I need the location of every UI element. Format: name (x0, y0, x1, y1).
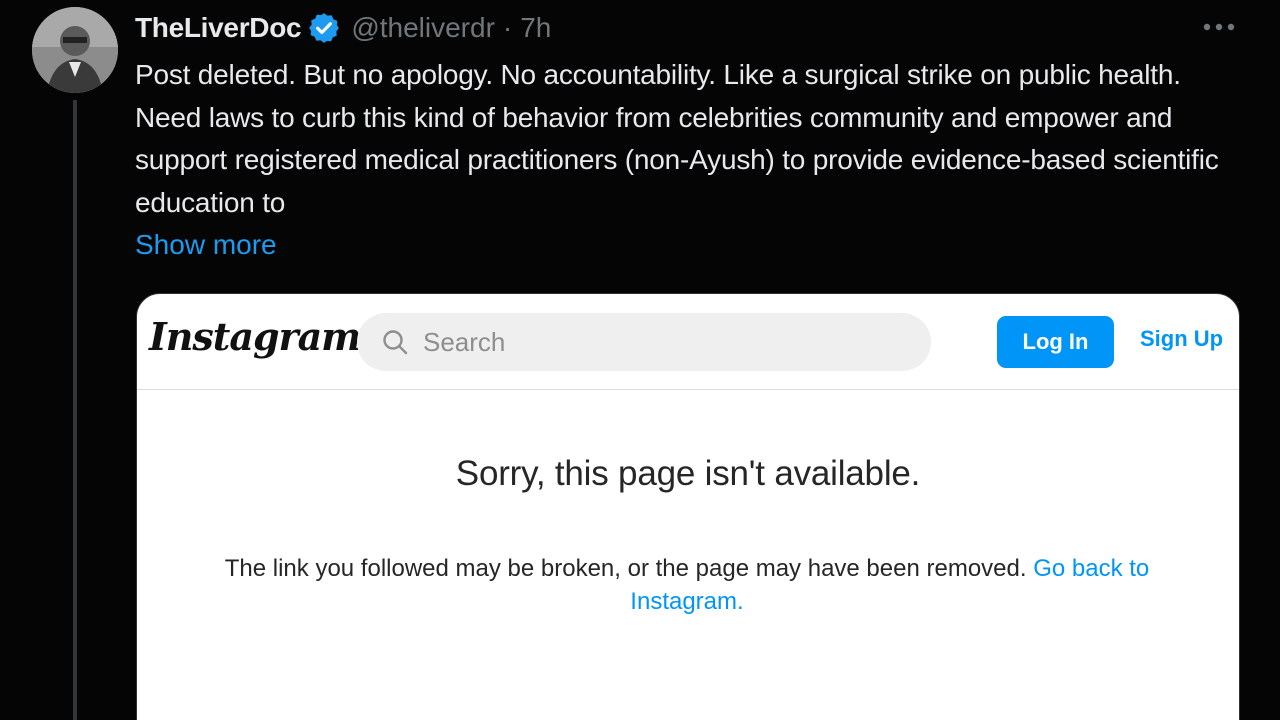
post-body-text: Post deleted. But no apology. No account… (135, 59, 1219, 218)
log-in-button[interactable]: Log In (997, 316, 1114, 368)
tweet-header: TheLiverDoc @theliverdr · 7h (135, 8, 551, 48)
search-icon (381, 328, 409, 356)
page-unavailable-heading: Sorry, this page isn't available. (455, 454, 921, 493)
show-more-link[interactable]: Show more (135, 224, 277, 266)
instagram-logo[interactable]: Instagram (149, 314, 361, 359)
post-timestamp[interactable]: 7h (520, 12, 551, 44)
more-options-icon[interactable] (1198, 12, 1240, 42)
instagram-top-bar: Instagram Log In Sign Up (137, 294, 1239, 390)
sign-up-link[interactable]: Sign Up (1140, 326, 1223, 352)
instagram-search-box[interactable] (357, 313, 931, 371)
page-unavailable-message: The link you followed may be broken, or … (177, 552, 1197, 618)
search-input[interactable] (421, 325, 905, 359)
error-explanation-text: The link you followed may be broken, or … (224, 555, 1027, 582)
author-handle[interactable]: @theliverdr (351, 12, 495, 44)
verified-badge-icon (307, 11, 341, 45)
author-avatar[interactable] (32, 7, 118, 93)
embedded-screenshot-card[interactable]: Instagram Log In Sign Up Sorry, this pag… (136, 293, 1240, 720)
author-display-name[interactable]: TheLiverDoc (135, 12, 302, 44)
thread-line (73, 100, 77, 720)
separator-dot: · (502, 12, 513, 43)
